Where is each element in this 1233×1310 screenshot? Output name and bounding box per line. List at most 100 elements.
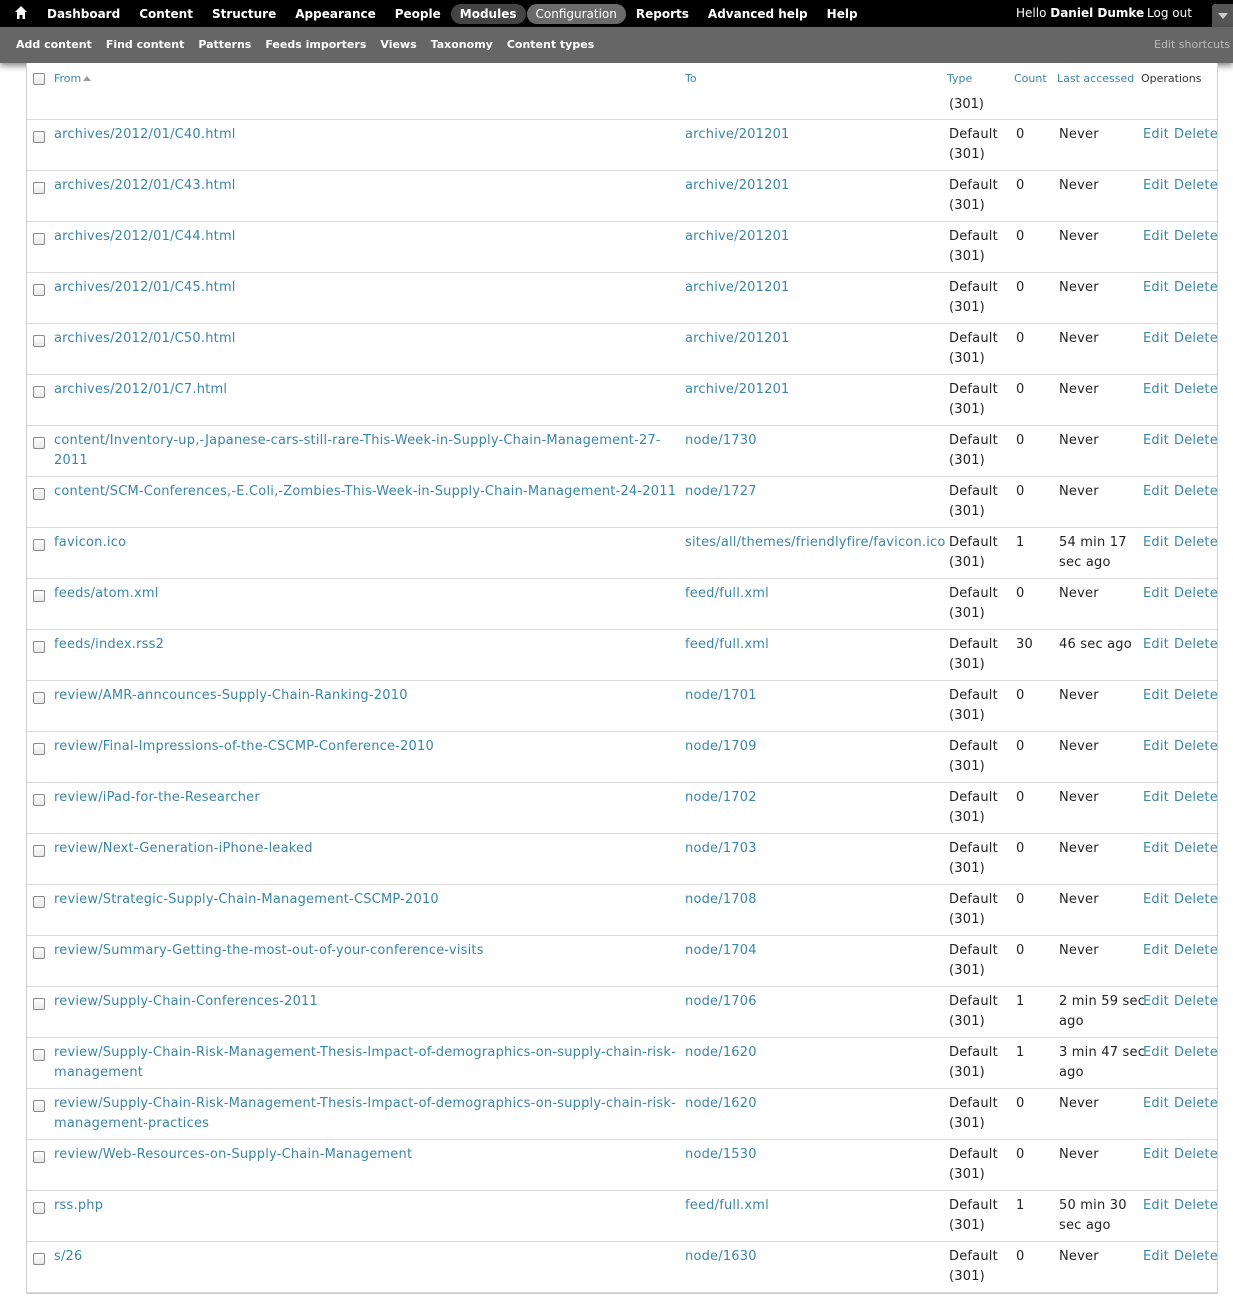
row-checkbox[interactable] <box>33 488 45 500</box>
delete-link[interactable]: Delete <box>1174 433 1217 448</box>
delete-link[interactable]: Delete <box>1174 1249 1217 1264</box>
delete-link[interactable]: Delete <box>1174 637 1217 652</box>
edit-link[interactable]: Edit <box>1143 1198 1169 1213</box>
to-link[interactable]: node/1704 <box>685 941 947 961</box>
delete-link[interactable]: Delete <box>1174 1198 1217 1213</box>
row-checkbox[interactable] <box>33 1202 45 1214</box>
edit-link[interactable]: Edit <box>1143 178 1169 193</box>
count-column-header[interactable]: Count <box>1014 72 1047 85</box>
edit-link[interactable]: Edit <box>1143 739 1169 754</box>
delete-link[interactable]: Delete <box>1174 994 1217 1009</box>
edit-link[interactable]: Edit <box>1143 688 1169 703</box>
edit-link[interactable]: Edit <box>1143 790 1169 805</box>
edit-link[interactable]: Edit <box>1143 229 1169 244</box>
to-link[interactable]: node/1620 <box>685 1043 947 1063</box>
from-link[interactable]: archives/2012/01/C7.html <box>54 380 679 400</box>
from-link[interactable]: review/Supply-Chain-Conferences-2011 <box>54 992 679 1012</box>
toolbar-item-people[interactable]: People <box>386 4 450 24</box>
delete-link[interactable]: Delete <box>1174 178 1217 193</box>
to-link[interactable]: node/1727 <box>685 482 947 502</box>
row-checkbox[interactable] <box>33 1151 45 1163</box>
edit-link[interactable]: Edit <box>1143 586 1169 601</box>
edit-link[interactable]: Edit <box>1143 994 1169 1009</box>
from-link[interactable]: s/26 <box>54 1247 679 1267</box>
from-link[interactable]: archives/2012/01/C40.html <box>54 125 679 145</box>
to-column-header[interactable]: To <box>685 72 697 85</box>
edit-link[interactable]: Edit <box>1143 535 1169 550</box>
from-link[interactable]: feeds/atom.xml <box>54 584 679 604</box>
toolbar-item-help[interactable]: Help <box>818 4 867 24</box>
edit-link[interactable]: Edit <box>1143 841 1169 856</box>
from-link[interactable]: archives/2012/01/C43.html <box>54 176 679 196</box>
from-link[interactable]: feeds/index.rss2 <box>54 635 679 655</box>
toolbar-item-dashboard[interactable]: Dashboard <box>38 4 129 24</box>
to-link[interactable]: node/1620 <box>685 1094 947 1114</box>
delete-link[interactable]: Delete <box>1174 484 1217 499</box>
to-link[interactable]: archive/201201 <box>685 329 947 349</box>
last-accessed-column-header[interactable]: Last accessed <box>1057 72 1134 85</box>
delete-link[interactable]: Delete <box>1174 1045 1217 1060</box>
toolbar-item-modules[interactable]: Modules <box>450 3 526 24</box>
delete-link[interactable]: Delete <box>1174 280 1217 295</box>
edit-link[interactable]: Edit <box>1143 1249 1169 1264</box>
edit-link[interactable]: Edit <box>1143 127 1169 142</box>
to-link[interactable]: node/1708 <box>685 890 947 910</box>
edit-link[interactable]: Edit <box>1143 1096 1169 1111</box>
row-checkbox[interactable] <box>33 1253 45 1265</box>
from-link[interactable]: archives/2012/01/C44.html <box>54 227 679 247</box>
toolbar-item-configuration[interactable]: Configuration <box>526 3 626 24</box>
to-link[interactable]: archive/201201 <box>685 125 947 145</box>
delete-link[interactable]: Delete <box>1174 1096 1217 1111</box>
delete-link[interactable]: Delete <box>1174 229 1217 244</box>
edit-link[interactable]: Edit <box>1143 484 1169 499</box>
row-checkbox[interactable] <box>33 641 45 653</box>
home-icon[interactable] <box>14 5 28 21</box>
row-checkbox[interactable] <box>33 590 45 602</box>
toolbar-item-advanced-help[interactable]: Advanced help <box>699 4 817 24</box>
edit-shortcuts-link[interactable]: Edit shortcuts <box>1154 38 1230 51</box>
toolbar-item-structure[interactable]: Structure <box>203 4 285 24</box>
row-checkbox[interactable] <box>33 794 45 806</box>
edit-link[interactable]: Edit <box>1143 382 1169 397</box>
edit-link[interactable]: Edit <box>1143 943 1169 958</box>
row-checkbox[interactable] <box>33 284 45 296</box>
edit-link[interactable]: Edit <box>1143 637 1169 652</box>
delete-link[interactable]: Delete <box>1174 943 1217 958</box>
shortcut-feeds-importers[interactable]: Feeds importers <box>265 38 366 51</box>
to-link[interactable]: node/1701 <box>685 686 947 706</box>
from-link[interactable]: review/Final-Impressions-of-the-CSCMP-Co… <box>54 737 679 757</box>
row-checkbox[interactable] <box>33 692 45 704</box>
from-link[interactable]: review/Next-Generation-iPhone-leaked <box>54 839 679 859</box>
logout-link[interactable]: Log out <box>1147 6 1192 20</box>
to-link[interactable]: node/1709 <box>685 737 947 757</box>
row-checkbox[interactable] <box>33 335 45 347</box>
row-checkbox[interactable] <box>33 1049 45 1061</box>
shortcut-find-content[interactable]: Find content <box>106 38 185 51</box>
to-link[interactable]: node/1630 <box>685 1247 947 1267</box>
row-checkbox[interactable] <box>33 233 45 245</box>
shortcut-patterns[interactable]: Patterns <box>198 38 251 51</box>
delete-link[interactable]: Delete <box>1174 586 1217 601</box>
delete-link[interactable]: Delete <box>1174 739 1217 754</box>
from-link[interactable]: archives/2012/01/C45.html <box>54 278 679 298</box>
to-link[interactable]: sites/all/themes/friendlyfire/favicon.ic… <box>685 533 947 553</box>
to-link[interactable]: node/1730 <box>685 431 947 451</box>
row-checkbox[interactable] <box>33 437 45 449</box>
edit-link[interactable]: Edit <box>1143 280 1169 295</box>
from-link[interactable]: favicon.ico <box>54 533 679 553</box>
shortcut-views[interactable]: Views <box>380 38 416 51</box>
to-link[interactable]: archive/201201 <box>685 227 947 247</box>
delete-link[interactable]: Delete <box>1174 535 1217 550</box>
delete-link[interactable]: Delete <box>1174 790 1217 805</box>
shortcut-taxonomy[interactable]: Taxonomy <box>431 38 493 51</box>
row-checkbox[interactable] <box>33 947 45 959</box>
from-link[interactable]: rss.php <box>54 1196 679 1216</box>
to-link[interactable]: node/1702 <box>685 788 947 808</box>
to-link[interactable]: archive/201201 <box>685 278 947 298</box>
delete-link[interactable]: Delete <box>1174 382 1217 397</box>
from-link[interactable]: archives/2012/01/C50.html <box>54 329 679 349</box>
to-link[interactable]: feed/full.xml <box>685 584 947 604</box>
user-name-link[interactable]: Daniel Dumke <box>1050 6 1144 20</box>
row-checkbox[interactable] <box>33 998 45 1010</box>
row-checkbox[interactable] <box>33 743 45 755</box>
